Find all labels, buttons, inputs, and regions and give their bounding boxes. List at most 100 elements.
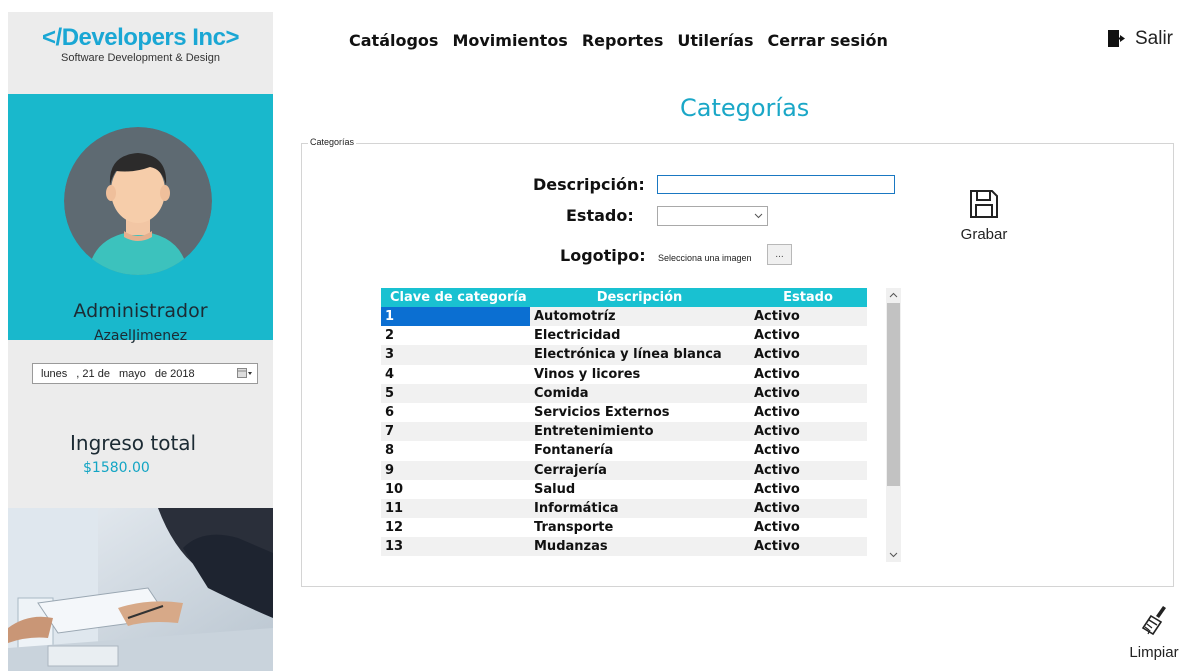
cell-descripcion: Servicios Externos: [534, 404, 670, 420]
logo-label: Logotipo:: [560, 246, 646, 265]
cell-descripcion: Comida: [534, 385, 589, 401]
cell-descripcion: Entretenimiento: [534, 424, 654, 440]
cell-clave: 8: [385, 443, 395, 459]
income-label: Ingreso total: [70, 431, 197, 455]
scroll-down-icon[interactable]: [886, 548, 901, 562]
chevron-down-icon: [754, 213, 763, 219]
column-header-descripcion[interactable]: Descripción: [530, 288, 749, 307]
table-header: Clave de categoría Descripción Estado: [381, 288, 867, 307]
table-row[interactable]: 3 Electrónica y línea blanca Activo: [381, 345, 867, 365]
clear-label: Limpiar: [1129, 644, 1179, 661]
page-title: Categorías: [680, 94, 810, 122]
cell-clave: 12: [385, 520, 404, 536]
cell-estado: Activo: [754, 385, 800, 401]
state-select[interactable]: [657, 206, 768, 226]
calendar-dropdown-icon[interactable]: [237, 368, 253, 379]
menu-item-utilerias[interactable]: Utilerías: [677, 31, 753, 50]
logo-title: </Developers Inc>: [42, 24, 239, 51]
cell-estado: Activo: [754, 443, 800, 459]
broom-icon: [1141, 606, 1166, 636]
scroll-up-icon[interactable]: [886, 288, 901, 302]
menu-item-cerrar-sesion[interactable]: Cerrar sesión: [768, 31, 888, 50]
avatar: [64, 127, 212, 275]
sidebar: Administrador AzaelJimenez lunes , 21 de…: [8, 72, 273, 671]
cell-estado: Activo: [754, 309, 800, 324]
table-row[interactable]: 10 Salud Activo: [381, 479, 867, 499]
table-row[interactable]: 5 Comida Activo: [381, 383, 867, 403]
browse-image-button[interactable]: ...: [767, 244, 792, 265]
table-body: 1 Automotríz Activo 2 Electricidad Activo 3 E…: [381, 307, 867, 557]
cell-descripcion: Electrónica y línea blanca: [534, 347, 722, 363]
table-row[interactable]: 9 Cerrajería Activo: [381, 460, 867, 480]
table-row[interactable]: 8 Fontanería Activo: [381, 441, 867, 461]
clear-button[interactable]: Limpiar: [1125, 604, 1183, 666]
description-input[interactable]: [657, 175, 895, 194]
cell-descripcion: Electricidad: [534, 328, 621, 344]
cell-clave: 7: [385, 424, 395, 440]
cell-descripcion: Informática: [534, 500, 619, 516]
exit-button[interactable]: Salir: [1107, 28, 1173, 50]
cell-estado: Activo: [754, 481, 800, 497]
logo-hint: Selecciona una imagen: [658, 253, 752, 263]
save-button[interactable]: Grabar: [955, 188, 1013, 254]
date-day: , 21 de: [76, 367, 110, 380]
menu-item-catalogos[interactable]: Catálogos: [349, 31, 438, 50]
cell-estado: Activo: [754, 539, 800, 555]
table-scrollbar[interactable]: [886, 288, 901, 562]
table-row[interactable]: 13 Mudanzas Activo: [381, 537, 867, 557]
cell-estado: Activo: [754, 520, 800, 536]
cell-clave: 10: [385, 481, 404, 497]
exit-label: Salir: [1135, 28, 1174, 49]
date-year: de 2018: [154, 367, 195, 380]
cell-estado: Activo: [754, 404, 800, 420]
top-bar: </Developers Inc> Software Development &…: [0, 0, 1193, 72]
cell-descripcion: Transporte: [534, 520, 614, 536]
date-weekday: lunes: [41, 367, 68, 380]
menu-item-reportes[interactable]: Reportes: [582, 31, 664, 50]
description-label: Descripción:: [533, 175, 645, 194]
date-picker[interactable]: lunes , 21 de mayo de 2018: [32, 363, 258, 384]
table-row[interactable]: 6 Servicios Externos Activo: [381, 402, 867, 423]
income-value: $1580.00: [83, 460, 150, 476]
floppy-disk-icon: [970, 190, 998, 218]
menu-item-movimientos[interactable]: Movimientos: [452, 31, 567, 50]
cell-descripcion: Vinos y licores: [534, 366, 641, 382]
cell-descripcion: Mudanzas: [534, 539, 608, 555]
cell-clave: 2: [385, 328, 395, 344]
state-label: Estado:: [566, 206, 634, 225]
cell-clave: 11: [385, 500, 404, 516]
table-row[interactable]: 11 Informática Activo: [381, 498, 867, 519]
table-row[interactable]: 7 Entretenimiento Activo: [381, 422, 867, 442]
cell-estado: Activo: [754, 424, 800, 440]
groupbox-label: Categorías: [308, 137, 357, 147]
column-header-estado[interactable]: Estado: [749, 288, 867, 307]
profile-panel: Administrador AzaelJimenez: [8, 94, 273, 344]
cell-estado: Activo: [754, 462, 800, 478]
cell-clave: 5: [385, 385, 395, 401]
business-photo: [8, 508, 273, 671]
main-menu: Catálogos Movimientos Reportes Utilerías…: [349, 31, 888, 50]
date-month: mayo: [118, 367, 146, 380]
table-row[interactable]: 1 Automotríz Activo: [381, 307, 867, 327]
cell-estado: Activo: [754, 366, 800, 382]
scrollbar-thumb[interactable]: [887, 303, 900, 486]
exit-door-icon: [1108, 30, 1125, 47]
brand-logo: </Developers Inc> Software Development &…: [8, 12, 273, 72]
cell-estado: Activo: [754, 328, 800, 344]
cell-clave: 1: [381, 307, 530, 327]
table-row[interactable]: 2 Electricidad Activo: [381, 326, 867, 346]
cell-descripcion: Cerrajería: [534, 462, 607, 478]
column-header-clave[interactable]: Clave de categoría: [381, 288, 530, 307]
categories-table: Clave de categoría Descripción Estado 1A…: [381, 288, 867, 562]
cell-estado: Activo: [754, 347, 800, 363]
user-role: Administrador: [73, 300, 208, 322]
cell-descripcion: Automotríz: [534, 309, 616, 324]
cell-clave: 4: [385, 366, 395, 382]
cell-descripcion: Salud: [534, 481, 576, 497]
table-row[interactable]: 4 Vinos y licores Activo: [381, 364, 867, 384]
cell-descripcion: Fontanería: [534, 443, 614, 459]
table-row[interactable]: 12 Transporte Activo: [381, 518, 867, 538]
cell-clave: 9: [385, 462, 395, 478]
cell-clave: 6: [385, 404, 395, 420]
logo-subtitle: Software Development & Design: [61, 52, 220, 64]
